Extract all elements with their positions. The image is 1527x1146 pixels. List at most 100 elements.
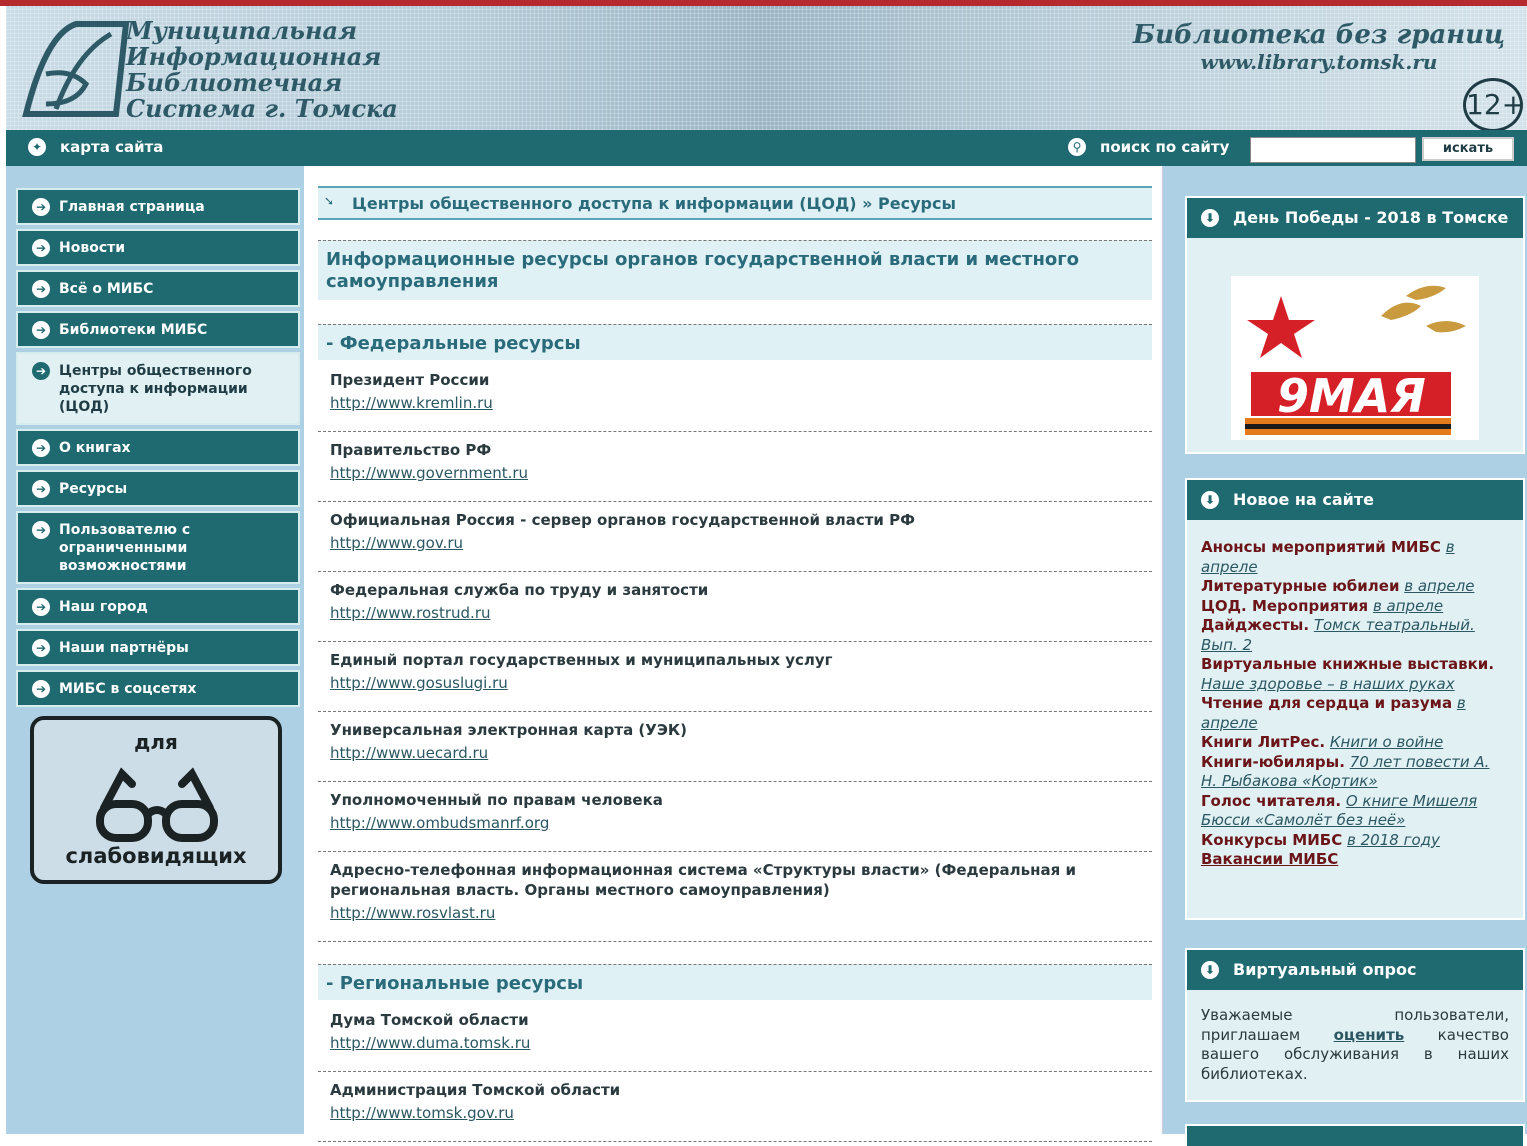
news-link[interactable]: Книги о войне xyxy=(1330,733,1443,751)
resource-title: Официальная Россия - сервер органов госу… xyxy=(330,511,915,529)
sitemap-link[interactable]: ✦ карта сайта xyxy=(28,138,163,156)
nav-item-cod[interactable]: ➔ Центры общественного доступа к информац… xyxy=(16,352,300,425)
arrow-down-icon: ⬇ xyxy=(1201,491,1219,509)
resource-entry: Администрация Томской области http://www… xyxy=(318,1072,1152,1142)
resource-link[interactable]: http://www.duma.tomsk.ru xyxy=(330,1034,530,1052)
news-category: Дайджесты. xyxy=(1201,616,1310,634)
box-title: Новое на сайте xyxy=(1233,490,1374,509)
nav-item-home[interactable]: ➔ Главная страница xyxy=(16,188,300,225)
page-title: Информационные ресурсы органов государст… xyxy=(318,240,1152,300)
nav-label: О книгах xyxy=(59,440,131,456)
resource-link[interactable]: http://www.kremlin.ru xyxy=(330,394,493,412)
resource-link[interactable]: http://www.gosuslugi.ru xyxy=(330,674,508,692)
resource-entry: Федеральная служба по труду и занятости … xyxy=(318,572,1152,642)
arrow-right-icon: ➔ xyxy=(32,439,50,457)
nav-item-accessibility[interactable]: ➔ Пользователю с ограниченными возможност… xyxy=(16,511,300,584)
logo-line: Муниципальная xyxy=(126,16,358,45)
news-box: ⬇ Новое на сайте Анонсы мероприятий МИБС… xyxy=(1185,478,1525,920)
low-vision-button[interactable]: для слабовидящих xyxy=(30,716,282,884)
nav-item-resources[interactable]: ➔ Ресурсы xyxy=(16,470,300,507)
box-title: День Победы - 2018 в Томске xyxy=(1233,208,1509,227)
arrow-right-icon: ➔ xyxy=(32,362,50,380)
news-link[interactable]: Вакансии МИБС xyxy=(1201,850,1338,868)
news-link[interactable]: в 2018 году xyxy=(1347,831,1440,849)
arrow-right-icon: ➔ xyxy=(32,639,50,657)
news-item: Книги ЛитРес. Книги о войне xyxy=(1201,733,1509,753)
news-category: Виртуальные книжные выставки. xyxy=(1201,655,1495,673)
breadcrumb: ➘ Центры общественного доступа к информа… xyxy=(318,186,1152,220)
sitemap-icon: ✦ xyxy=(28,138,46,156)
breadcrumb-text[interactable]: Центры общественного доступа к информаци… xyxy=(352,194,956,213)
resource-link[interactable]: http://www.rosvlast.ru xyxy=(330,904,495,922)
main-nav: ➔ Главная страница ➔ Новости ➔ Всё о МИБС ➔… xyxy=(16,188,300,711)
low-vision-bottom-text: слабовидящих xyxy=(65,844,247,868)
search-button[interactable]: искать xyxy=(1422,137,1514,161)
nav-item-about[interactable]: ➔ Всё о МИБС xyxy=(16,270,300,307)
left-sidebar: ➔ Главная страница ➔ Новости ➔ Всё о МИБС ➔… xyxy=(6,166,304,1134)
sitemap-label: карта сайта xyxy=(60,138,164,156)
nav-item-partners[interactable]: ➔ Наши партнёры xyxy=(16,629,300,666)
site-url: www.library.tomsk.ru xyxy=(1200,50,1438,74)
nav-label: Всё о МИБС xyxy=(59,281,154,297)
news-item: Конкурсы МИБС в 2018 году xyxy=(1201,831,1509,851)
nav-item-city[interactable]: ➔ Наш город xyxy=(16,588,300,625)
resource-link[interactable]: http://www.uecard.ru xyxy=(330,744,488,762)
nav-item-social[interactable]: ➔ МИБС в соцсетях xyxy=(16,670,300,707)
poll-rate-link[interactable]: оценить xyxy=(1334,1026,1405,1044)
arrow-right-icon: ➔ xyxy=(32,480,50,498)
news-item: ЦОД. Мероприятия в апреле xyxy=(1201,597,1509,617)
news-category: Книги-юбиляры. xyxy=(1201,752,1345,771)
news-item: Книги-юбиляры. 70 лет повести А. Н. Рыба… xyxy=(1201,753,1509,792)
logo-text[interactable]: Муниципальная Информационная Библиотечна… xyxy=(126,18,398,122)
box-title: Виртуальный опрос xyxy=(1233,960,1417,979)
news-category: Голос читателя. xyxy=(1201,791,1342,810)
search-input[interactable] xyxy=(1250,137,1416,163)
logo-line: Информационная xyxy=(126,42,382,71)
resource-link[interactable]: http://www.government.ru xyxy=(330,464,528,482)
nav-item-libraries[interactable]: ➔ Библиотеки МИБС xyxy=(16,311,300,348)
search-label: поиск по сайту xyxy=(1100,138,1230,156)
box-header[interactable]: ⬇ Новое на сайте xyxy=(1187,480,1523,520)
resource-link[interactable]: http://www.tomsk.gov.ru xyxy=(330,1104,514,1122)
resource-link[interactable]: http://www.rostrud.ru xyxy=(330,604,491,622)
news-item: Анонсы мероприятий МИБС в апреле xyxy=(1201,538,1509,577)
box-header[interactable]: ⬇ День Победы - 2018 в Томске xyxy=(1187,198,1523,238)
right-sidebar: ⬇ День Победы - 2018 в Томске 9МАЯ ⬇ Нов… xyxy=(1163,166,1527,1146)
glasses-icon xyxy=(96,767,218,842)
news-item: Вакансии МИБС xyxy=(1201,850,1509,870)
search-icon: ⚲ xyxy=(1068,138,1086,156)
news-link[interactable]: Наше здоровье – в наших руках xyxy=(1201,675,1455,693)
nav-label: Наш город xyxy=(59,599,148,615)
banner-text: 9МАЯ xyxy=(1277,369,1426,423)
section-title: - Региональные ресурсы xyxy=(318,964,1152,1000)
news-item: Чтение для сердца и разума в апреле xyxy=(1201,694,1509,733)
resource-link[interactable]: http://www.ombudsmanrf.org xyxy=(330,814,549,832)
nav-label: Ресурсы xyxy=(59,481,128,497)
resource-title: Адресно-телефонная информационная систем… xyxy=(330,861,1076,899)
nav-label: Наши партнёры xyxy=(59,640,189,656)
resource-entry: Адресно-телефонная информационная систем… xyxy=(318,852,1152,942)
victory-day-banner[interactable]: 9МАЯ xyxy=(1231,276,1479,440)
low-vision-top-text: для xyxy=(134,730,178,754)
resource-entry: Универсальная электронная карта (УЭК) ht… xyxy=(318,712,1152,782)
nav-item-news[interactable]: ➔ Новости xyxy=(16,229,300,266)
resource-entry: Официальная Россия - сервер органов госу… xyxy=(318,502,1152,572)
nav-item-books[interactable]: ➔ О книгах xyxy=(16,429,300,466)
news-link[interactable]: в апреле xyxy=(1373,597,1443,615)
news-category: Литературные юбилеи xyxy=(1201,577,1400,595)
logo-line: Система г. Томска xyxy=(126,94,398,123)
resource-link[interactable]: http://www.gov.ru xyxy=(330,534,463,552)
arrow-right-icon: ➔ xyxy=(32,680,50,698)
resource-entry: Единый портал государственных и муниципа… xyxy=(318,642,1152,712)
tagline-text: Библиотека без границ xyxy=(1132,20,1505,50)
victory-day-box: ⬇ День Победы - 2018 в Томске 9МАЯ xyxy=(1185,196,1525,454)
news-link[interactable]: в апреле xyxy=(1404,577,1474,595)
nav-label: Библиотеки МИБС xyxy=(59,322,208,338)
search-label-group: ⚲ поиск по сайту xyxy=(1068,138,1229,156)
news-item: Дайджесты. Томск театральный. Вып. 2 xyxy=(1201,616,1509,655)
arrow-right-icon: ➔ xyxy=(32,598,50,616)
box-header[interactable]: ⬇ Виртуальный опрос xyxy=(1187,950,1523,990)
logo-line: Библиотечная xyxy=(126,68,343,97)
library-logo-icon[interactable] xyxy=(16,14,136,126)
resource-entry: Президент России http://www.kremlin.ru xyxy=(318,362,1152,432)
